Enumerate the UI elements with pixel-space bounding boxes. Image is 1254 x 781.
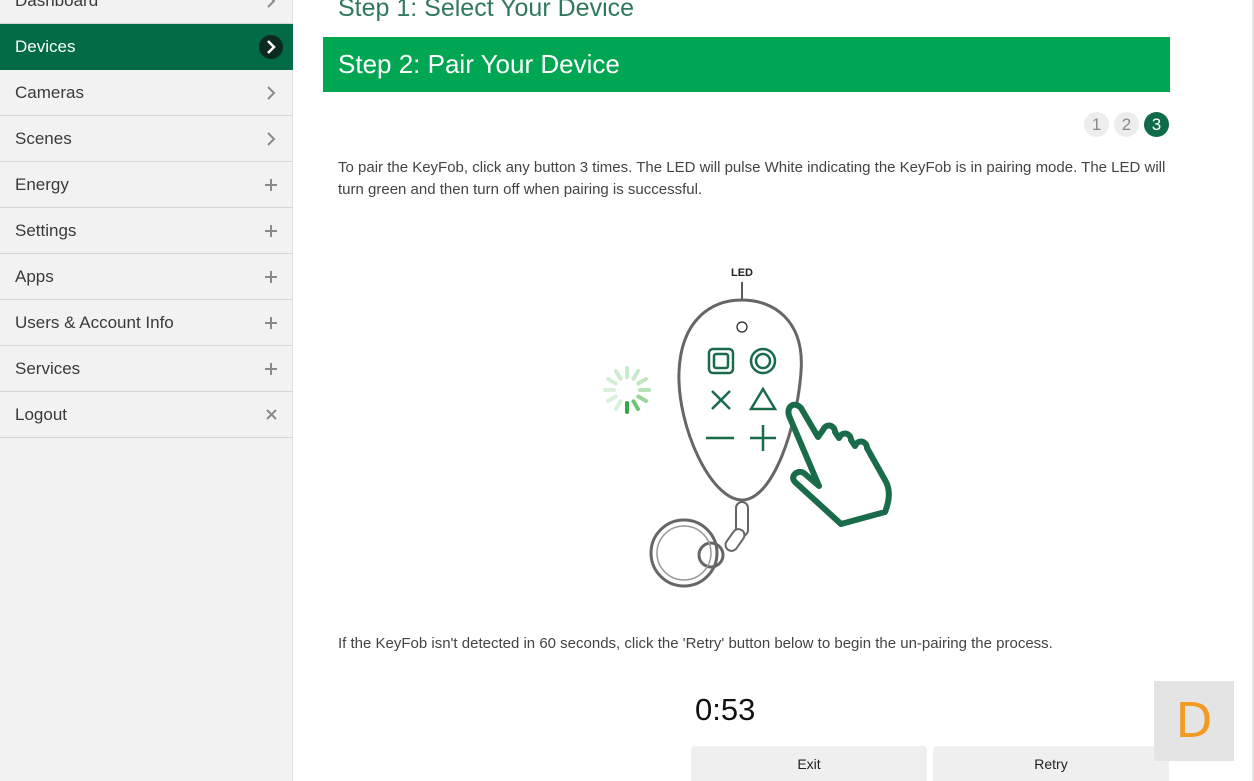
sidebar-item-label: Devices	[15, 36, 76, 56]
sidebar-item-label: Settings	[15, 220, 77, 240]
step1-title[interactable]: Step 1: Select Your Device	[338, 0, 634, 23]
retry-button[interactable]: Retry	[933, 746, 1169, 781]
step-dot-3: 3	[1144, 112, 1169, 137]
chevron-right-icon	[249, 70, 293, 116]
plus-icon	[249, 208, 293, 254]
sidebar-item-scenes[interactable]: Scenes	[0, 116, 293, 162]
sidebar-item-dashboard[interactable]: Dashboard	[0, 0, 293, 24]
step-indicator: 1 2 3	[1084, 112, 1169, 137]
plus-icon	[249, 162, 293, 208]
sidebar-item-label: Dashboard	[15, 0, 99, 10]
sidebar-item-label: Services	[15, 358, 81, 378]
step-dot-1: 1	[1084, 112, 1109, 137]
sidebar-item-settings[interactable]: Settings	[0, 208, 293, 254]
sidebar-item-label: Energy	[15, 174, 69, 194]
keyfob-illustration: LED	[603, 267, 892, 588]
sidebar-item-users-account-info[interactable]: Users & Account Info	[0, 300, 293, 346]
plus-icon	[249, 346, 293, 392]
step-dot-2: 2	[1114, 112, 1139, 137]
loading-spinner-icon	[603, 366, 651, 414]
chevron-right-icon	[249, 116, 293, 162]
pairing-instructions: To pair the KeyFob, click any button 3 t…	[338, 159, 1166, 198]
sidebar-item-label: Users & Account Info	[15, 312, 174, 332]
retry-note: If the KeyFob isn't detected in 60 secon…	[338, 635, 1053, 652]
sidebar-item-label: Scenes	[15, 128, 72, 148]
exit-button[interactable]: Exit	[691, 746, 927, 781]
sidebar-item-services[interactable]: Services	[0, 346, 293, 392]
corner-badge[interactable]: D	[1154, 681, 1234, 761]
sidebar-item-energy[interactable]: Energy	[0, 162, 293, 208]
badge-letter: D	[1175, 693, 1213, 749]
pointing-hand-icon	[785, 401, 892, 527]
sidebar-item-label: Cameras	[15, 82, 84, 102]
countdown-timer: 0:53	[695, 692, 756, 727]
plus-icon	[249, 254, 293, 300]
led-label: LED	[731, 267, 753, 279]
close-icon	[249, 392, 293, 438]
sidebar-item-apps[interactable]: Apps	[0, 254, 293, 300]
plus-icon	[249, 300, 293, 346]
sidebar: Dashboard Devices Cameras Scenes Energy …	[0, 0, 293, 781]
sidebar-item-label: Apps	[15, 266, 54, 286]
sidebar-item-cameras[interactable]: Cameras	[0, 70, 293, 116]
sidebar-item-logout[interactable]: Logout	[0, 392, 293, 438]
chevron-right-icon	[249, 24, 293, 70]
step2-header: Step 2: Pair Your Device	[323, 37, 1170, 92]
sidebar-item-label: Logout	[15, 404, 67, 424]
chevron-right-icon	[249, 0, 293, 24]
main-content: Step 1: Select Your Device Step 2: Pair …	[293, 0, 1254, 781]
sidebar-item-devices[interactable]: Devices	[0, 24, 293, 70]
